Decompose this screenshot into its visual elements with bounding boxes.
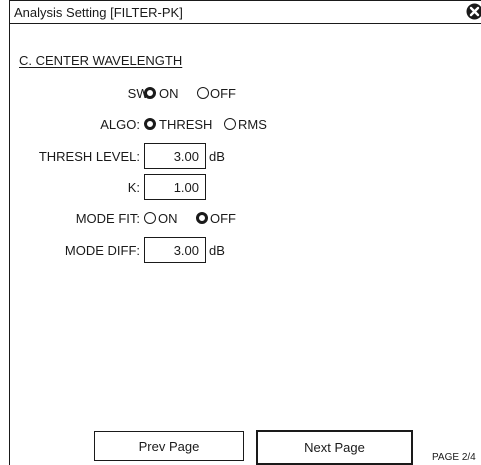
mode-fit-on-radio[interactable] xyxy=(144,212,156,224)
section-heading: C. CENTER WAVELENGTH xyxy=(19,53,183,68)
close-icon[interactable] xyxy=(466,3,481,20)
mode-fit-off-radio[interactable] xyxy=(196,212,208,224)
algo-rms-label[interactable]: RMS xyxy=(238,117,267,132)
mode-diff-value: 3.00 xyxy=(173,243,199,258)
sw-on-radio[interactable] xyxy=(144,87,156,99)
sw-off-radio[interactable] xyxy=(197,87,209,99)
k-value: 1.00 xyxy=(173,180,199,195)
mode-fit-label: MODE FIT: xyxy=(75,211,140,226)
algo-rms-radio[interactable] xyxy=(224,118,236,130)
analysis-setting-dialog: Analysis Setting [FILTER-PK] C. CENTER W… xyxy=(0,0,481,465)
k-label: K: xyxy=(127,180,140,195)
sw-on-label[interactable]: ON xyxy=(159,86,179,101)
thresh-level-unit: dB xyxy=(209,149,225,164)
mode-diff-field[interactable]: 3.00 xyxy=(144,237,206,263)
mode-fit-off-label[interactable]: OFF xyxy=(210,211,236,226)
window-title: Analysis Setting [FILTER-PK] xyxy=(14,5,183,20)
prev-page-button[interactable]: Prev Page xyxy=(94,431,244,461)
algo-thresh-radio[interactable] xyxy=(144,118,156,130)
mode-diff-unit: dB xyxy=(209,243,225,258)
algo-label: ALGO: xyxy=(100,117,140,132)
mode-fit-on-label[interactable]: ON xyxy=(158,211,178,226)
sw-off-label[interactable]: OFF xyxy=(210,86,236,101)
page-indicator: PAGE 2/4 xyxy=(432,452,476,463)
thresh-level-value: 3.00 xyxy=(173,149,199,164)
thresh-level-field[interactable]: 3.00 xyxy=(144,143,206,169)
algo-thresh-label[interactable]: THRESH xyxy=(159,117,212,132)
next-page-button[interactable]: Next Page xyxy=(256,430,413,465)
thresh-level-label: THRESH LEVEL: xyxy=(38,149,140,164)
title-bar: Analysis Setting [FILTER-PK] xyxy=(9,0,481,24)
k-field[interactable]: 1.00 xyxy=(144,174,206,200)
mode-diff-label: MODE DIFF: xyxy=(64,243,140,258)
